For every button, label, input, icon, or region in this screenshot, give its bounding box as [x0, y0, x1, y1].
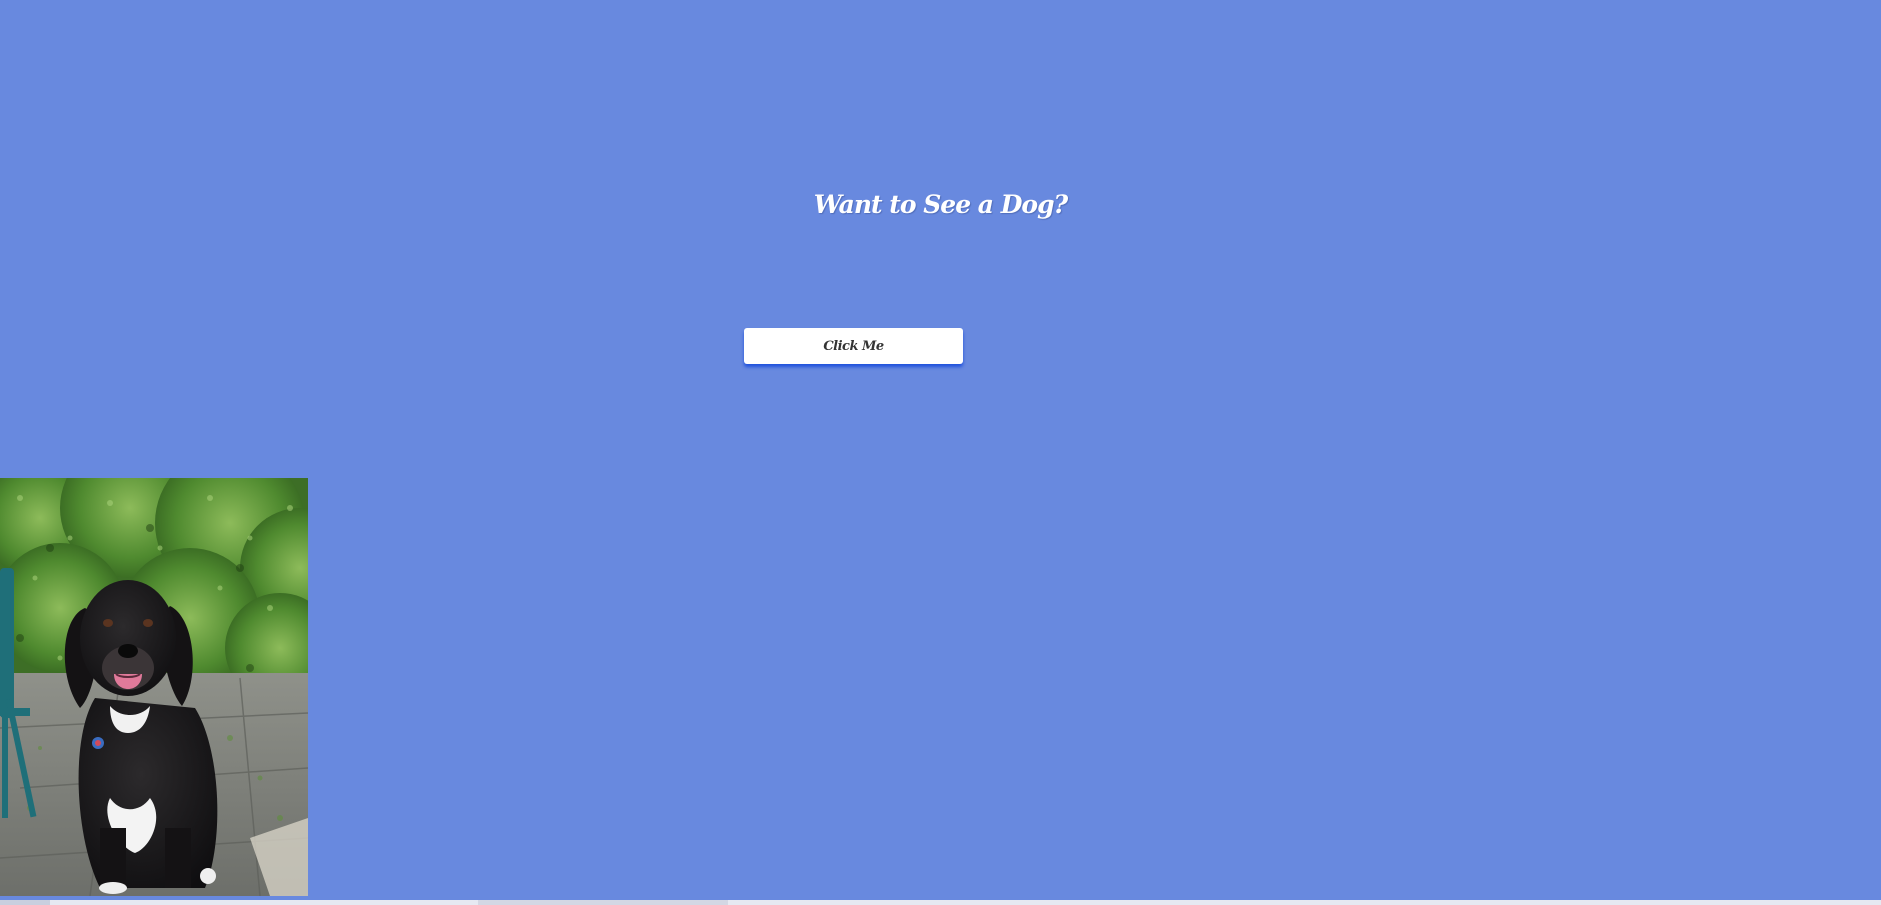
page-title: Want to See a Dog?: [813, 190, 1068, 219]
click-me-button[interactable]: Click Me: [744, 328, 963, 364]
dog-photo: [0, 478, 308, 896]
strip-segment: [0, 900, 50, 905]
bottom-scroll-strip: [0, 900, 1881, 905]
strip-segment: [478, 900, 728, 905]
